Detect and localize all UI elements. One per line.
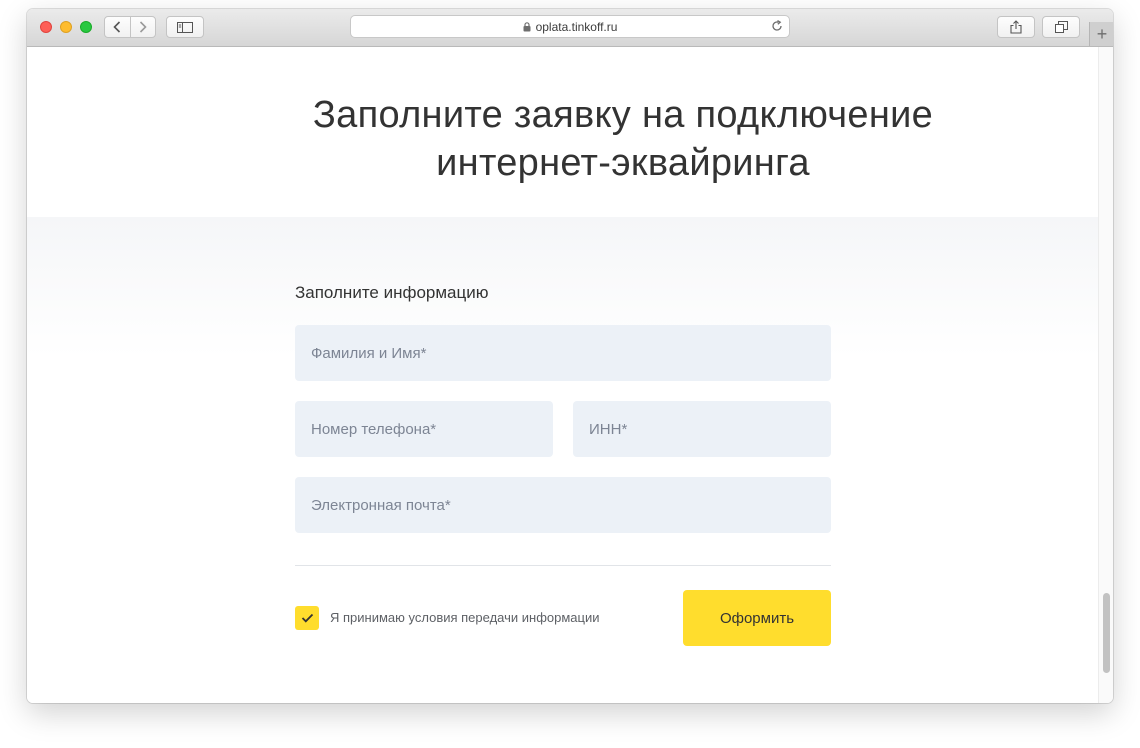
show-tabs-button[interactable] <box>1042 16 1080 38</box>
history-navigation <box>104 16 156 38</box>
sidebar-icon <box>177 21 193 33</box>
tabs-icon <box>1054 21 1068 33</box>
inn-input[interactable] <box>573 401 831 457</box>
submit-button[interactable]: Оформить <box>683 590 831 646</box>
form-heading: Заполните информацию <box>295 283 489 302</box>
share-icon <box>1010 20 1022 34</box>
page-title-line-1: Заполните заявку на подключение <box>312 94 934 136</box>
chevron-left-icon <box>113 21 121 33</box>
page-scrollbar[interactable] <box>1098 47 1113 703</box>
share-button[interactable] <box>997 16 1035 38</box>
form-divider <box>295 565 831 566</box>
zoom-window-button[interactable] <box>80 21 92 33</box>
browser-toolbar: oplata.tinkoff.ru + <box>27 9 1113 47</box>
page-title-line-2: интернет-эквайринга <box>436 142 810 184</box>
address-bar[interactable]: oplata.tinkoff.ru <box>350 15 790 38</box>
application-form: Заполните информацию Я принимаю условия … <box>27 217 1098 703</box>
chevron-right-icon <box>139 21 147 33</box>
email-input[interactable] <box>295 477 831 533</box>
url-text: oplata.tinkoff.ru <box>535 19 618 34</box>
forward-button[interactable] <box>129 17 156 37</box>
back-button[interactable] <box>105 17 130 37</box>
page-title: Заполните заявку на подключение интернет… <box>27 91 1098 187</box>
minimize-window-button[interactable] <box>60 21 72 33</box>
checkmark-icon <box>301 613 313 623</box>
consent-checkbox[interactable] <box>295 606 319 630</box>
sidebar-toggle-button[interactable] <box>166 16 204 38</box>
hero-section: Заполните заявку на подключение интернет… <box>27 47 1098 217</box>
phone-input[interactable] <box>295 401 553 457</box>
scrollbar-thumb[interactable] <box>1103 593 1110 673</box>
new-tab-button[interactable]: + <box>1089 22 1113 46</box>
browser-window: oplata.tinkoff.ru + Заполните заявку на … <box>27 9 1113 703</box>
page-content: Заполните заявку на подключение интернет… <box>27 47 1098 703</box>
close-window-button[interactable] <box>40 21 52 33</box>
reload-icon[interactable] <box>771 20 783 32</box>
full-name-input[interactable] <box>295 325 831 381</box>
consent-label: Я принимаю условия передачи информации <box>330 610 600 625</box>
lock-icon <box>523 21 531 32</box>
